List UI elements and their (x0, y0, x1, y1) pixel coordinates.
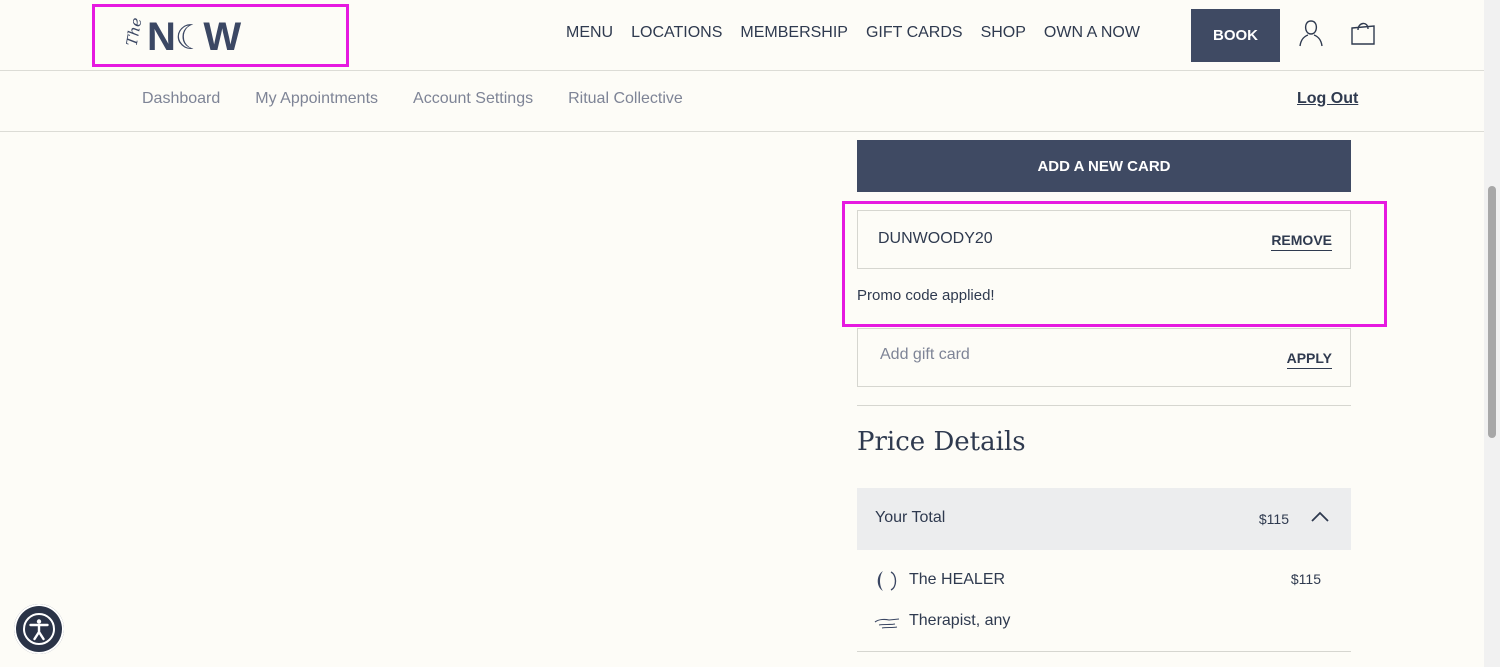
bottom-divider (857, 651, 1351, 652)
add-new-card-button[interactable]: ADD A NEW CARD (857, 140, 1351, 192)
subnav-account-settings[interactable]: Account Settings (413, 90, 533, 108)
brand-logo[interactable]: The N ☾ W (122, 15, 243, 60)
moon-icon (877, 571, 897, 591)
remove-promo-button[interactable]: REMOVE (1271, 232, 1332, 251)
gift-card-field: APPLY (857, 328, 1351, 387)
account-subnav: Dashboard My Appointments Account Settin… (142, 90, 683, 108)
line-item-service: The HEALER $115 (857, 566, 1351, 596)
service-amount: $115 (1290, 571, 1321, 587)
nav-menu[interactable]: MENU (566, 24, 613, 42)
price-details-title: Price Details (857, 427, 1026, 457)
logout-link[interactable]: Log Out (1297, 90, 1358, 108)
user-icon[interactable] (1297, 18, 1325, 48)
section-divider (857, 405, 1351, 406)
logo-w: W (203, 15, 243, 59)
logo-the: The (122, 15, 146, 47)
top-bar: The N ☾ W MENU LOCATIONS MEMBERSHIP GIFT… (0, 0, 1484, 71)
promo-code-field: DUNWOODY20 REMOVE (857, 210, 1351, 269)
account-subnav-bar: Dashboard My Appointments Account Settin… (0, 71, 1484, 132)
promo-applied-message: Promo code applied! (857, 287, 995, 304)
scrollbar-thumb[interactable] (1488, 186, 1496, 438)
service-name: The HEALER (909, 571, 1006, 588)
logo-highlight: The N ☾ W (92, 4, 349, 67)
line-item-therapist: Therapist, any (857, 607, 1351, 637)
page-scrollbar[interactable] (1484, 0, 1500, 667)
book-button[interactable]: BOOK (1191, 9, 1280, 62)
apply-gift-card-button[interactable]: APPLY (1286, 350, 1332, 369)
accessibility-icon (23, 613, 55, 645)
subnav-ritual-collective[interactable]: Ritual Collective (568, 90, 683, 108)
total-row[interactable]: Your Total $115 (857, 488, 1351, 550)
nav-locations[interactable]: LOCATIONS (631, 24, 722, 42)
accessibility-button[interactable] (14, 604, 64, 654)
nav-gift-cards[interactable]: GIFT CARDS (866, 24, 963, 42)
total-amount: $115 (1258, 511, 1289, 527)
logo-n: N (147, 15, 177, 59)
subnav-my-appointments[interactable]: My Appointments (255, 90, 378, 108)
hand-icon (874, 618, 900, 629)
nav-membership[interactable]: MEMBERSHIP (740, 24, 848, 42)
subnav-dashboard[interactable]: Dashboard (142, 90, 220, 108)
logo-moon-icon: ☾ (174, 18, 206, 57)
gift-card-input[interactable] (878, 345, 1262, 365)
shopping-bag-icon[interactable] (1348, 18, 1378, 48)
total-label: Your Total (875, 509, 946, 526)
therapist-name: Therapist, any (909, 612, 1011, 629)
promo-code-value: DUNWOODY20 (878, 230, 993, 247)
nav-own-a-now[interactable]: OWN A NOW (1044, 24, 1140, 42)
nav-shop[interactable]: SHOP (981, 24, 1026, 42)
chevron-up-icon[interactable] (1309, 506, 1331, 528)
main-nav: MENU LOCATIONS MEMBERSHIP GIFT CARDS SHO… (566, 24, 1140, 42)
